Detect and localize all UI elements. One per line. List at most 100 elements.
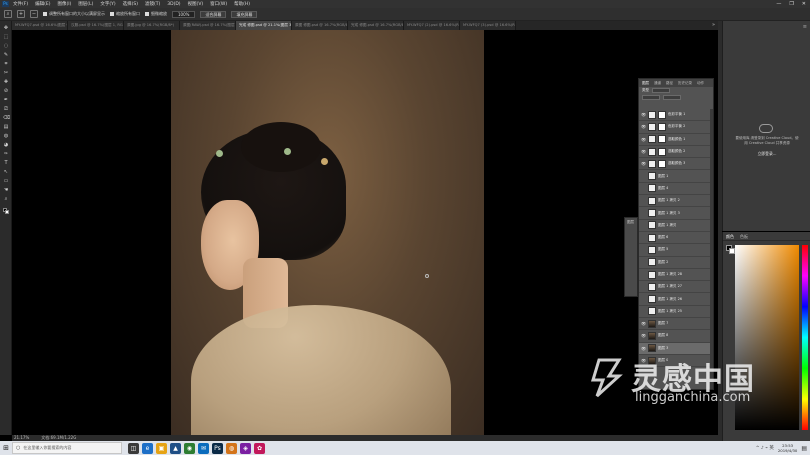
menu-filter[interactable]: 滤镜(T) bbox=[145, 1, 160, 7]
tool-icon[interactable]: ◍ bbox=[3, 134, 9, 139]
layer-row[interactable]: 图层 5 bbox=[639, 244, 713, 257]
tool-icon[interactable]: ◌ bbox=[3, 44, 9, 49]
tool-icon[interactable]: ◕ bbox=[3, 143, 9, 148]
layer-row[interactable]: 图层 1 拷贝 28 bbox=[639, 269, 713, 282]
opacity-field[interactable] bbox=[663, 95, 681, 100]
zoom-out-icon[interactable]: − bbox=[30, 10, 38, 18]
menu-help[interactable]: 帮助(H) bbox=[234, 1, 250, 7]
layer-row[interactable]: 👁 色彩平衡 2 bbox=[639, 121, 713, 134]
panel-menu-icon[interactable]: ≡ bbox=[803, 24, 807, 30]
scrubby-zoom-checkbox[interactable]: 细微缩放 bbox=[145, 11, 167, 17]
document-tab[interactable]: 原图(RAW).psd @ 16.7%(图层 0, RGB/8*) bbox=[180, 21, 236, 30]
tool-icon[interactable]: ▭ bbox=[3, 179, 9, 184]
visibility-eye-icon[interactable]: 👁 bbox=[641, 321, 646, 326]
tool-icon[interactable]: ✥ bbox=[3, 26, 9, 31]
taskbar-app-icon[interactable]: ◈ bbox=[240, 442, 251, 454]
tool-icon[interactable]: ⌕ bbox=[3, 197, 9, 202]
blend-mode-select[interactable] bbox=[642, 95, 660, 100]
tool-icon[interactable]: ⎚ bbox=[3, 107, 9, 112]
layer-row[interactable]: 图层 1 bbox=[639, 170, 713, 183]
tool-icon[interactable]: ✒ bbox=[3, 98, 9, 103]
menu-window[interactable]: 窗口(W) bbox=[210, 1, 227, 7]
document-tab[interactable]: MY-WFQ7.psd @ 16.6%(图层 99, RGB/8*) bbox=[12, 21, 68, 30]
document-image[interactable] bbox=[171, 30, 484, 435]
layer-row[interactable]: 👁 选取颜色 2 bbox=[639, 146, 713, 159]
document-tab[interactable]: 完成 修图.psd @ 21.1%(图层 3, RGB/8*) bbox=[236, 21, 292, 30]
zoom-all-windows-checkbox[interactable]: 缩放所有窗口 bbox=[110, 11, 140, 17]
visibility-eye-icon[interactable]: 👁 bbox=[641, 161, 646, 166]
taskbar-app-icon[interactable]: ▣ bbox=[156, 442, 167, 454]
layer-row[interactable]: 👁 选取颜色 3 bbox=[639, 158, 713, 171]
document-tab[interactable]: 原图 修图.psd @ 16.7%(RGB/8*) bbox=[292, 21, 348, 30]
notification-center-icon[interactable]: ▤ bbox=[801, 445, 807, 452]
menu-layer[interactable]: 图层(L) bbox=[78, 1, 93, 7]
layer-mask-thumbnail[interactable] bbox=[658, 135, 666, 144]
layer-row[interactable]: 图层 1 拷贝 26 bbox=[639, 293, 713, 306]
layer-row[interactable]: 图层 1 拷贝 bbox=[639, 220, 713, 232]
document-tab[interactable]: 原图.jpg @ 16.7%(RGB/8*) bbox=[124, 21, 180, 30]
tool-icon[interactable]: ✂ bbox=[3, 71, 9, 76]
layer-mask-thumbnail[interactable] bbox=[658, 147, 666, 156]
tool-icon[interactable]: ☚ bbox=[3, 188, 9, 193]
fit-screen-button[interactable]: 适合屏幕 bbox=[200, 10, 227, 18]
layer-row[interactable]: 👁 色彩平衡 1 bbox=[639, 109, 713, 122]
layer-row[interactable]: 👁 图层 8 bbox=[639, 330, 713, 343]
restore-button[interactable]: ❐ bbox=[789, 0, 793, 8]
start-button[interactable]: ⊞ bbox=[0, 441, 12, 455]
tool-icon[interactable]: ⬚ bbox=[3, 35, 9, 40]
taskbar-app-icon[interactable]: ◉ bbox=[184, 442, 195, 454]
taskbar-app-icon[interactable]: ▲ bbox=[170, 442, 181, 454]
layer-mask-thumbnail[interactable] bbox=[658, 110, 666, 119]
tab-color[interactable]: 颜色 bbox=[726, 232, 734, 240]
zoom-percent-field[interactable]: 100% bbox=[172, 10, 196, 18]
layer-mask-thumbnail[interactable] bbox=[658, 122, 666, 131]
layer-row[interactable]: 👁 选取颜色 1 bbox=[639, 134, 713, 146]
menu-view[interactable]: 视图(V) bbox=[188, 1, 204, 7]
tool-icon[interactable]: ↖ bbox=[3, 170, 9, 175]
layers-panel-tab[interactable]: 路径 bbox=[666, 79, 673, 87]
tool-icon[interactable]: ⊘ bbox=[3, 89, 9, 94]
layers-panel-tab[interactable]: 历史记录 bbox=[678, 79, 692, 87]
layer-row[interactable]: 图层 6 bbox=[639, 232, 713, 245]
zoom-in-icon[interactable]: + bbox=[17, 10, 25, 18]
tool-icon[interactable]: ⌗ bbox=[3, 62, 9, 67]
menu-file[interactable]: 文件(F) bbox=[13, 1, 28, 7]
taskbar-search-box[interactable]: ○ 在这里输入你要搜索的内容 bbox=[12, 442, 122, 454]
taskbar-app-icon[interactable]: Ps bbox=[212, 442, 223, 454]
hue-slider[interactable] bbox=[802, 245, 808, 430]
document-tab[interactable]: 完成 修图.psd @ 16.7%(RGB/8*) bbox=[348, 21, 404, 30]
document-tab[interactable]: 汉服.psd @ 16.7%(图层 1, RGB/8*) bbox=[68, 21, 124, 30]
layer-row[interactable]: 图层 1 拷贝 27 bbox=[639, 281, 713, 294]
background-color-swatch[interactable] bbox=[5, 210, 9, 214]
collapsed-panel-stub[interactable]: 图层 bbox=[624, 217, 638, 297]
tool-icon[interactable]: ✚ bbox=[3, 80, 9, 85]
menu-edit[interactable]: 编辑(E) bbox=[35, 1, 50, 7]
sign-in-link[interactable]: 立即登录... bbox=[735, 151, 799, 157]
tray-icons[interactable]: ^ ♪ ⌁ 英 bbox=[756, 445, 774, 451]
menu-type[interactable]: 文字(Y) bbox=[100, 1, 115, 7]
tool-icon[interactable]: ✎ bbox=[3, 53, 9, 58]
close-button[interactable]: ✕ bbox=[802, 0, 806, 8]
layer-mask-thumbnail[interactable] bbox=[658, 159, 666, 168]
taskbar-app-icon[interactable]: ◫ bbox=[128, 442, 139, 454]
menu-image[interactable]: 图像(I) bbox=[57, 1, 71, 7]
taskbar-app-icon[interactable]: ✉ bbox=[198, 442, 209, 454]
layer-row[interactable]: 👁 图层 7 bbox=[639, 318, 713, 331]
layer-row[interactable]: 图层 2 bbox=[639, 257, 713, 269]
taskbar-app-icon[interactable]: ✿ bbox=[254, 442, 265, 454]
resize-windows-checkbox[interactable]: 调整所有窗口的大小以满屏显示 bbox=[43, 11, 105, 17]
visibility-eye-icon[interactable]: 👁 bbox=[641, 333, 646, 338]
tab-swatches[interactable]: 色板 bbox=[740, 232, 748, 240]
menu-3d[interactable]: 3D(D) bbox=[167, 2, 180, 7]
visibility-eye-icon[interactable]: 👁 bbox=[641, 346, 646, 351]
zoom-tool-icon[interactable]: ⌕ bbox=[4, 10, 12, 18]
layer-row[interactable]: 图层 1 拷贝 3 bbox=[639, 207, 713, 220]
tool-icon[interactable]: ▤ bbox=[3, 125, 9, 130]
menu-select[interactable]: 选择(S) bbox=[123, 1, 138, 7]
minimize-button[interactable]: — bbox=[776, 0, 781, 8]
fill-screen-button[interactable]: 填充屏幕 bbox=[231, 10, 258, 18]
tool-icon[interactable]: T bbox=[3, 161, 9, 166]
visibility-eye-icon[interactable]: 👁 bbox=[641, 137, 646, 142]
tool-icon[interactable]: ✑ bbox=[3, 152, 9, 157]
layers-panel-tab[interactable]: 动作 bbox=[697, 79, 704, 87]
